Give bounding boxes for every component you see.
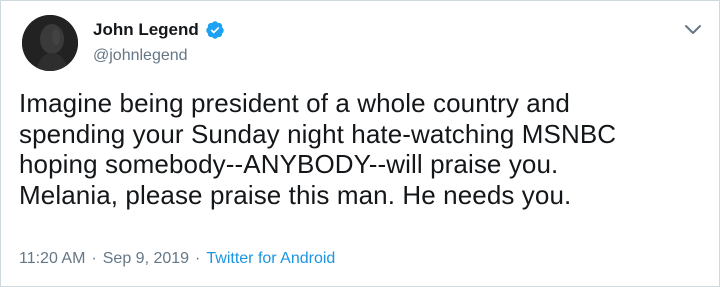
display-name[interactable]: John Legend — [93, 20, 199, 40]
verified-badge-icon — [205, 20, 225, 40]
user-handle[interactable]: @johnlegend — [93, 46, 188, 66]
display-name-row: John Legend — [93, 20, 225, 40]
tweet-text: Imagine being president of a whole count… — [19, 88, 617, 210]
avatar[interactable] — [22, 15, 78, 71]
tweet-time[interactable]: 11:20 AM — [19, 249, 85, 269]
tweet-meta: 11:20 AM · Sep 9, 2019 · Twitter for And… — [19, 249, 335, 269]
meta-separator: · — [195, 250, 201, 267]
tweet-source-link[interactable]: Twitter for Android — [206, 249, 335, 269]
meta-separator: · — [91, 250, 97, 267]
tweet-card: John Legend @johnlegend Imagine being pr… — [0, 0, 720, 287]
tweet-date[interactable]: Sep 9, 2019 — [103, 249, 189, 269]
chevron-down-icon[interactable] — [684, 23, 702, 35]
